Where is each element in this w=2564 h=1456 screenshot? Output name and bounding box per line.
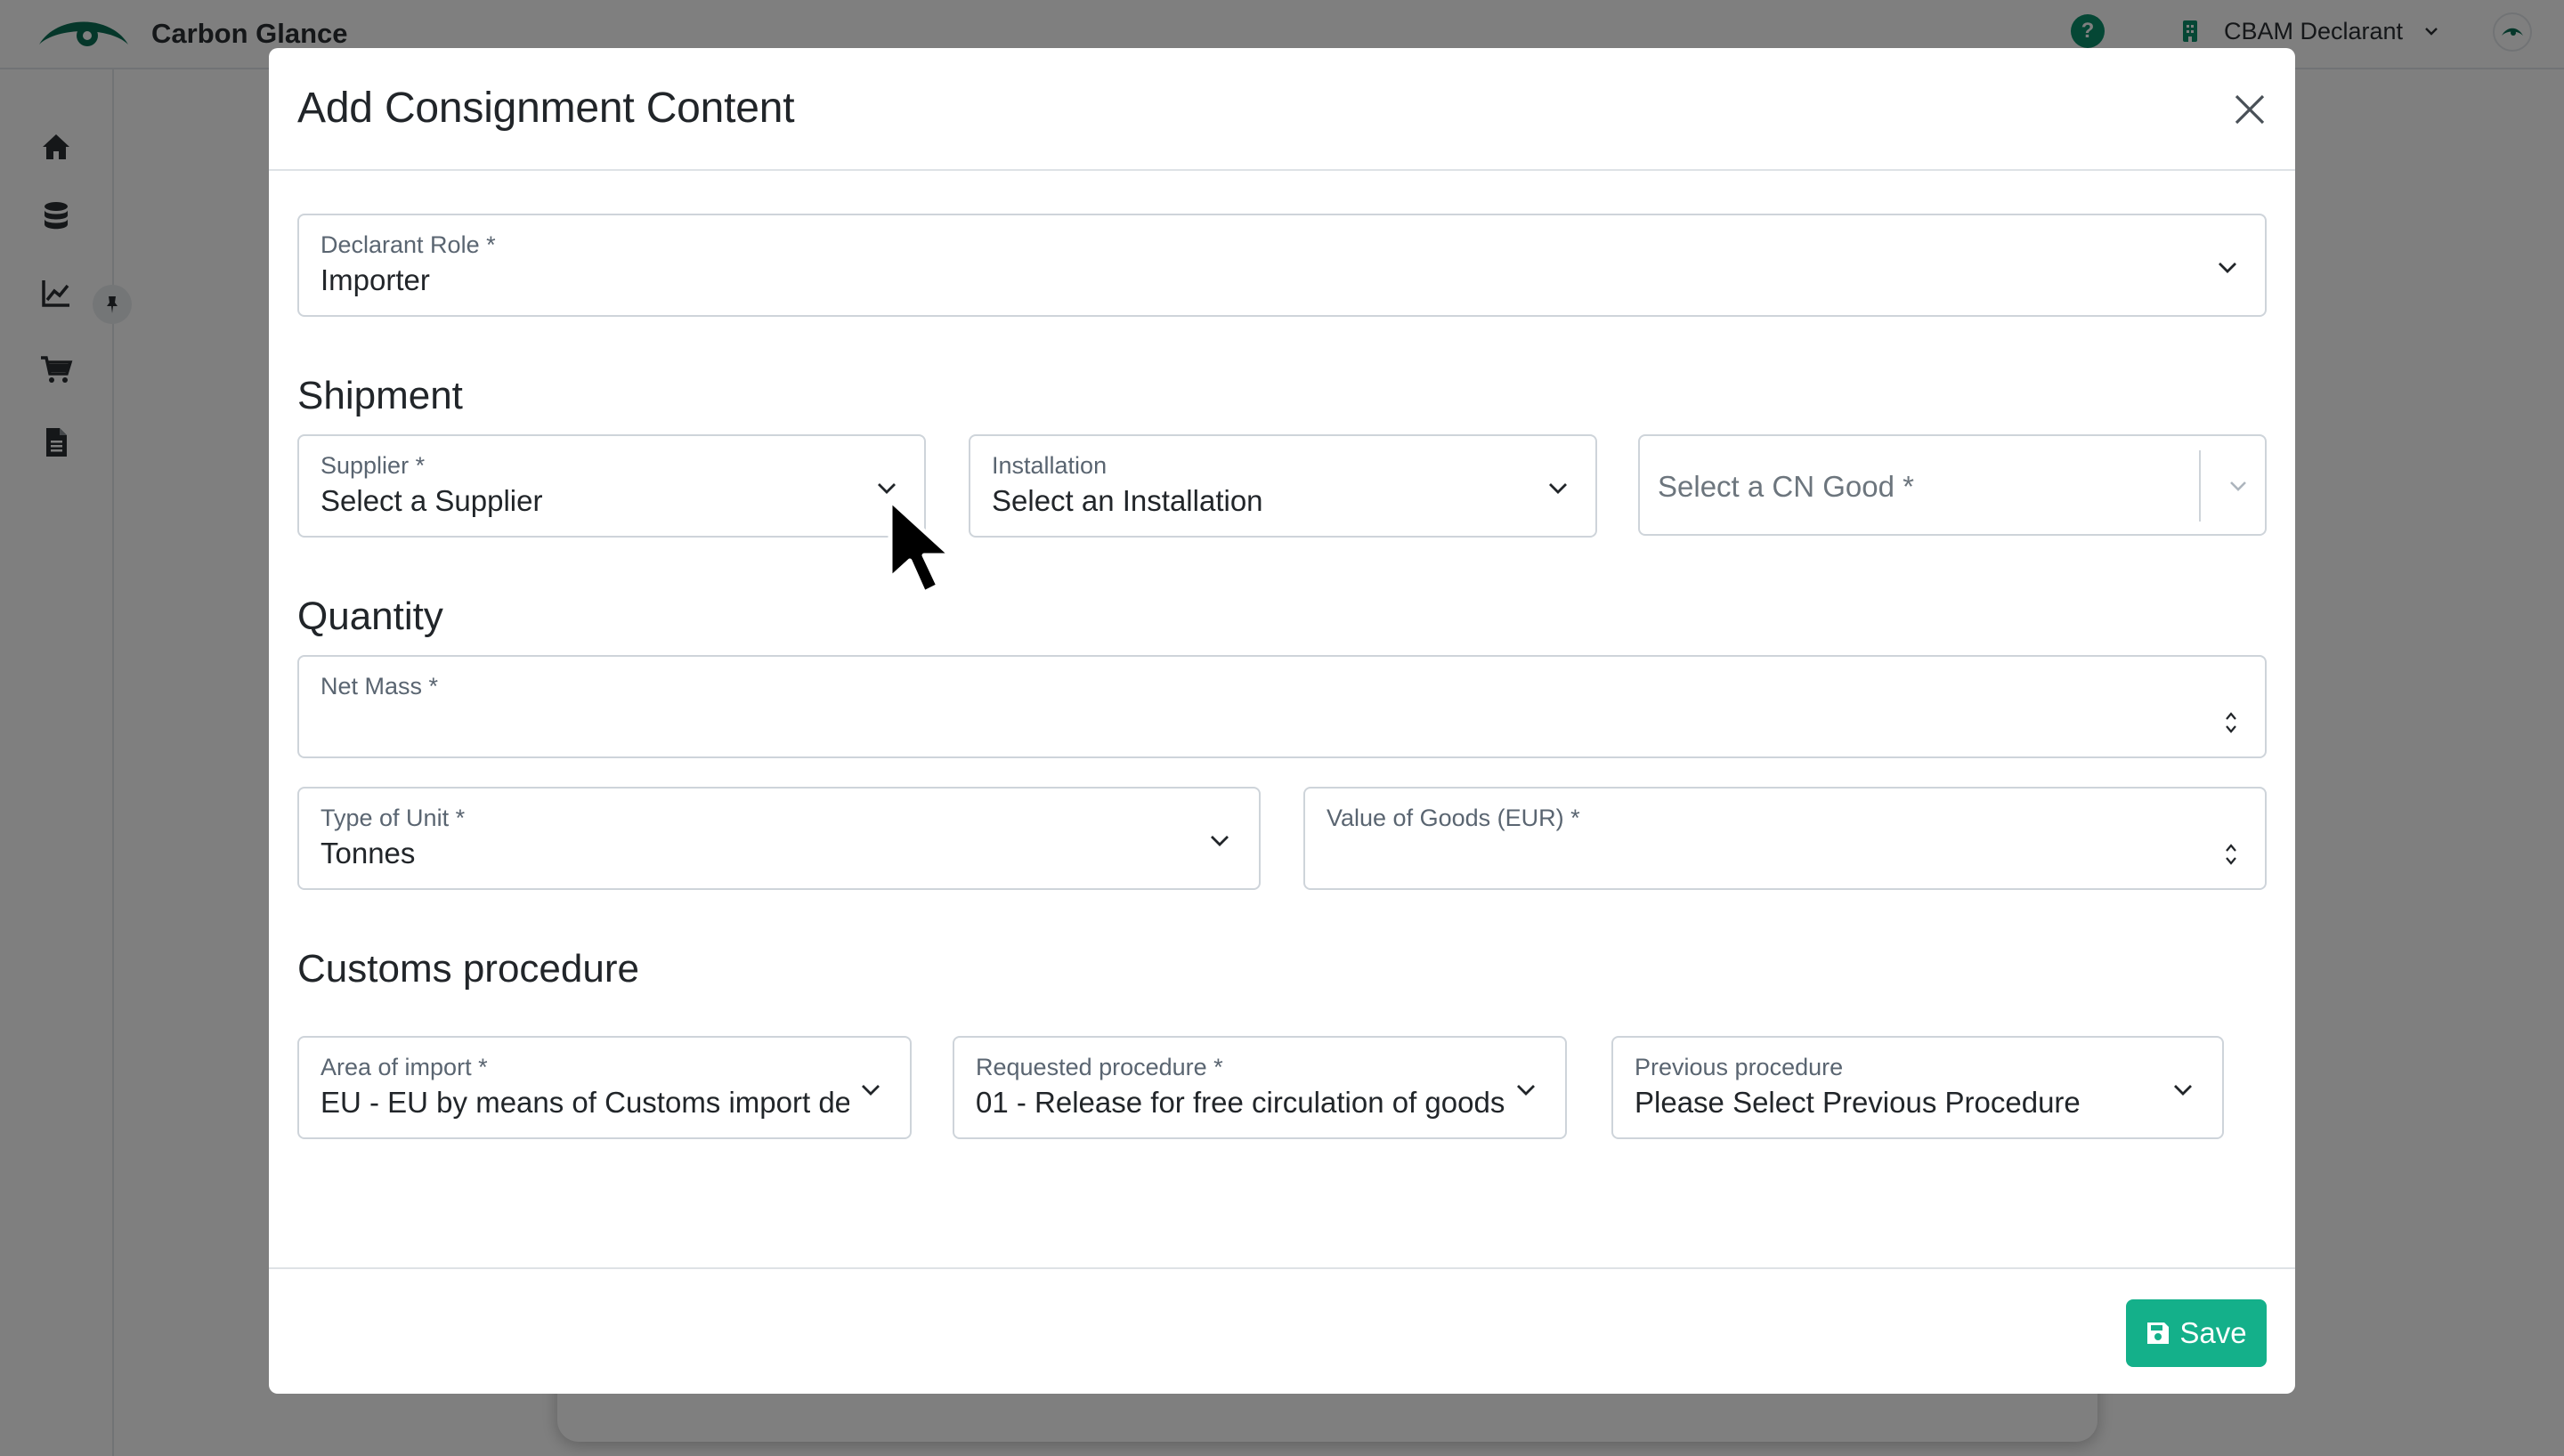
declarant-role-select[interactable]: Declarant Role * Importer [297, 214, 2267, 317]
mouse-cursor-icon [887, 497, 963, 596]
net-mass-label: Net Mass * [320, 673, 439, 700]
number-stepper-icon[interactable] [2222, 708, 2240, 737]
chevron-down-icon [2170, 1077, 2195, 1102]
supplier-value: Select a Supplier [320, 484, 543, 517]
quantity-section-title: Quantity [297, 595, 443, 638]
chevron-down-icon [1207, 828, 1232, 853]
close-button[interactable] [2231, 91, 2268, 128]
close-icon [2235, 94, 2265, 125]
type-of-unit-select[interactable]: Type of Unit * Tonnes [297, 787, 1261, 890]
modal-title: Add Consignment Content [297, 85, 795, 132]
supplier-label: Supplier * [320, 452, 426, 479]
modal-header: Add Consignment Content [269, 48, 2295, 171]
installation-value: Select an Installation [992, 484, 1263, 517]
previous-procedure-select[interactable]: Previous procedure Please Select Previou… [1611, 1036, 2224, 1139]
customs-section-title: Customs procedure [297, 947, 639, 991]
type-of-unit-value: Tonnes [320, 837, 416, 870]
previous-procedure-label: Previous procedure [1635, 1054, 1844, 1080]
installation-label: Installation [992, 452, 1108, 479]
requested-procedure-label: Requested procedure * [976, 1054, 1223, 1080]
chevron-down-icon [858, 1077, 883, 1102]
area-of-import-label: Area of import * [320, 1054, 488, 1080]
net-mass-input[interactable]: Net Mass * [297, 655, 2267, 758]
previous-procedure-value: Please Select Previous Procedure [1635, 1086, 2081, 1119]
save-icon [2147, 1323, 2170, 1344]
value-of-goods-input[interactable]: Value of Goods (EUR) * [1303, 787, 2267, 890]
supplier-select[interactable]: Supplier * Select a Supplier [297, 434, 926, 538]
declarant-role-label: Declarant Role * [320, 231, 496, 258]
modal-footer: Save [269, 1267, 2295, 1394]
type-of-unit-label: Type of Unit * [320, 805, 466, 831]
value-of-goods-label: Value of Goods (EUR) * [1327, 805, 1580, 831]
declarant-role-value: Importer [320, 263, 430, 296]
add-consignment-modal: Add Consignment Content Declarant Role *… [269, 48, 2295, 1394]
chevron-down-icon [2215, 255, 2240, 279]
chevron-down-icon [1546, 475, 1570, 500]
shipment-section-title: Shipment [297, 374, 463, 417]
area-of-import-select[interactable]: Area of import * EU - EU by means of Cus… [297, 1036, 912, 1139]
save-button[interactable]: Save [2126, 1299, 2267, 1367]
area-of-import-value: EU - EU by means of Customs import decla… [320, 1086, 849, 1119]
save-button-label: Save [2179, 1316, 2247, 1349]
requested-procedure-value: 01 - Release for free circulation of goo… [976, 1086, 1505, 1119]
chevron-down-icon [1513, 1077, 1538, 1102]
installation-select[interactable]: Installation Select an Installation [969, 434, 1597, 538]
select-separator [2199, 450, 2201, 522]
number-stepper-icon[interactable] [2222, 840, 2240, 869]
cn-good-select[interactable]: Select a CN Good * [1638, 434, 2267, 536]
chevron-down-icon[interactable] [2226, 473, 2251, 498]
requested-procedure-select[interactable]: Requested procedure * 01 - Release for f… [953, 1036, 1567, 1139]
cn-good-placeholder: Select a CN Good * [1658, 470, 1914, 503]
